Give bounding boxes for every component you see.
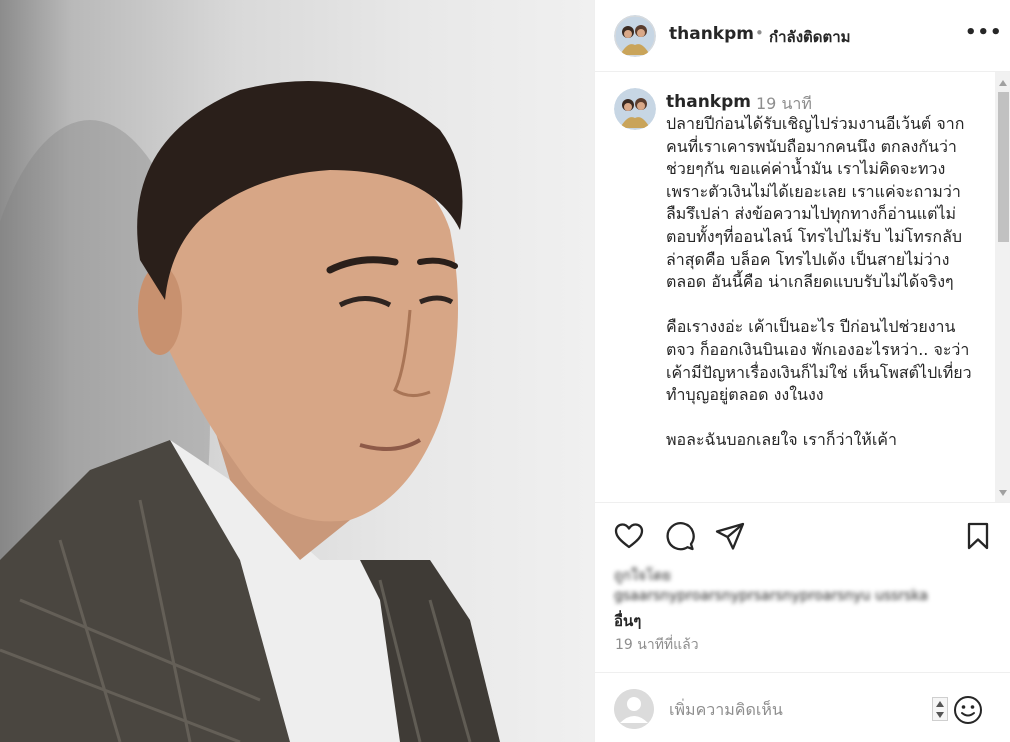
separator-dot: • bbox=[755, 24, 764, 42]
scroll-up-arrow-icon[interactable] bbox=[999, 80, 1007, 86]
stepper-down-icon[interactable] bbox=[936, 712, 944, 718]
comment-icon[interactable] bbox=[664, 520, 696, 552]
avatar-image bbox=[614, 15, 656, 57]
comment-bar bbox=[595, 672, 1010, 742]
send-icon[interactable] bbox=[714, 520, 746, 552]
heart-icon[interactable] bbox=[613, 520, 645, 552]
comment-input[interactable] bbox=[669, 697, 919, 721]
divider bbox=[595, 502, 1010, 503]
caption-avatar[interactable] bbox=[614, 88, 656, 130]
more-options-button[interactable]: ••• bbox=[965, 22, 1003, 43]
liked-by-others-link[interactable]: อื่นๆ bbox=[614, 609, 641, 633]
caption-username[interactable]: thankpm bbox=[666, 92, 751, 112]
current-user-avatar bbox=[614, 689, 654, 729]
liked-by-label: ถูกใจโดย bbox=[614, 568, 671, 584]
input-stepper[interactable] bbox=[932, 697, 948, 721]
liked-by-names[interactable]: gsaarsnyproarsnyprsarsnyproarsnyu ussrsk… bbox=[614, 586, 994, 606]
portrait-illustration bbox=[0, 81, 500, 742]
following-button[interactable]: กำลังติดตาม bbox=[769, 25, 851, 49]
post-side-panel: thankpm • กำลังติดตาม ••• thankpm 19 นาท… bbox=[594, 0, 1010, 742]
stepper-up-icon[interactable] bbox=[936, 701, 944, 707]
smiley-icon[interactable] bbox=[953, 695, 983, 725]
scrollbar-thumb[interactable] bbox=[998, 92, 1009, 242]
caption-text: ปลายปีก่อนได้รับเชิญไปร่วมงานอีเว้นต์ จา… bbox=[666, 114, 972, 450]
bookmark-icon[interactable] bbox=[962, 520, 994, 552]
post-author-username[interactable]: thankpm bbox=[669, 24, 754, 44]
caption-section: thankpm 19 นาที ปลายปีก่อนได้รับเชิญไปร่… bbox=[595, 72, 1010, 502]
post-timestamp[interactable]: 19 นาทีที่แล้ว bbox=[615, 634, 699, 656]
avatar-image bbox=[614, 88, 656, 130]
scroll-down-arrow-icon[interactable] bbox=[999, 490, 1007, 496]
post-header: thankpm • กำลังติดตาม ••• bbox=[595, 0, 1010, 72]
liked-by-blurred[interactable]: ถูกใจโดย gsaarsnyproarsnyprsarsnyproarsn… bbox=[614, 566, 994, 610]
default-avatar-icon bbox=[614, 689, 654, 729]
avatar[interactable] bbox=[614, 15, 656, 57]
post-photo[interactable] bbox=[0, 0, 594, 742]
